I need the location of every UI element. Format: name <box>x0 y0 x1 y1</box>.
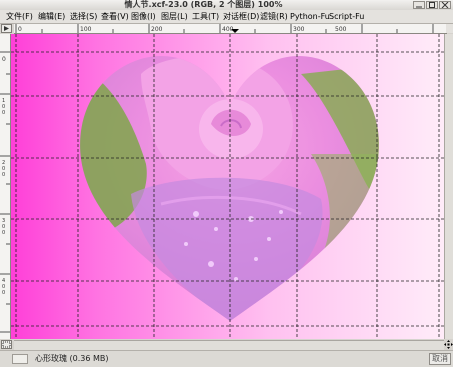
statusbar: 心形玫瑰 (0.36 MB) 取消 <box>0 350 453 367</box>
layer-info: 心形玫瑰 (0.36 MB) <box>35 354 109 363</box>
menu-tools[interactable]: 工具(T) <box>192 10 219 23</box>
menu-script-fu[interactable]: Script-Fu <box>329 10 364 23</box>
minimize-icon <box>416 6 422 8</box>
close-button[interactable] <box>439 1 451 9</box>
menu-layer[interactable]: 图层(L) <box>161 10 188 23</box>
horizontal-ruler[interactable]: 0 100 200 300 400 500 <box>14 24 447 34</box>
vruler-label: 0 <box>2 56 6 63</box>
menu-file[interactable]: 文件(F) <box>6 10 33 23</box>
navigate-icon <box>444 340 453 349</box>
hruler-label: 0 <box>18 26 22 33</box>
quick-mask-icon <box>2 341 11 348</box>
cancel-button[interactable]: 取消 <box>429 353 451 365</box>
image-canvas[interactable] <box>11 34 444 339</box>
horizontal-ruler-ticks: 0 100 200 300 400 500 <box>15 24 434 33</box>
navigate-button[interactable] <box>444 340 453 349</box>
menu-arrow-button[interactable] <box>1 24 12 33</box>
window-title: 情人节.xcf-23.0 (RGB, 2 个图层) 100% <box>124 0 283 9</box>
ruler-end <box>446 24 453 33</box>
hruler-label: 100 <box>80 26 92 33</box>
menu-arrow-icon <box>4 26 9 31</box>
vertical-ruler[interactable]: 0 1 0 0 2 0 0 3 0 0 4 0 0 <box>0 34 11 339</box>
hruler-label: 200 <box>151 26 163 33</box>
maximize-button[interactable] <box>426 1 438 9</box>
menubar: 文件(F) 编辑(E) 选择(S) 查看(V) 图像(I) 图层(L) 工具(T… <box>0 10 453 24</box>
menu-filters[interactable]: 滤镜(R) <box>260 10 288 23</box>
unit-selector[interactable] <box>12 354 28 364</box>
menu-image[interactable]: 图像(I) <box>131 10 156 23</box>
svg-text:0: 0 <box>2 172 5 178</box>
close-icon <box>441 2 449 8</box>
vertical-ruler-ticks: 0 1 0 0 2 0 0 3 0 0 4 0 0 <box>0 51 10 333</box>
horizontal-scrollbar[interactable] <box>14 340 444 350</box>
vertical-scrollbar[interactable] <box>444 34 453 339</box>
menu-edit[interactable]: 编辑(E) <box>38 10 65 23</box>
menu-select[interactable]: 选择(S) <box>70 10 97 23</box>
hruler-label: 300 <box>293 26 305 33</box>
quick-mask-button[interactable] <box>1 340 12 349</box>
menu-view[interactable]: 查看(V) <box>101 10 129 23</box>
hruler-label: 500 <box>335 26 347 33</box>
menu-dialogs[interactable]: 对话框(D) <box>223 10 259 23</box>
svg-text:0: 0 <box>2 230 5 236</box>
svg-text:0: 0 <box>2 290 5 296</box>
minimize-button[interactable] <box>413 1 425 9</box>
maximize-icon <box>429 2 435 8</box>
menu-python-fu[interactable]: Python-Fu <box>290 10 330 23</box>
svg-text:0: 0 <box>2 110 5 116</box>
